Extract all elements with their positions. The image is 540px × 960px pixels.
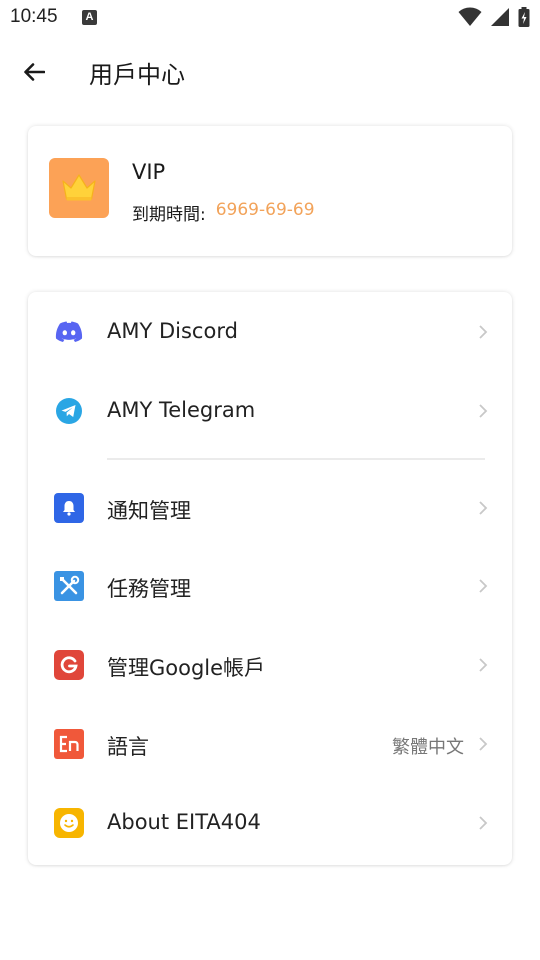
battery-icon — [518, 7, 530, 27]
chevron-right-icon — [479, 658, 488, 672]
expire-date: 6969-69-69 — [215, 200, 315, 220]
menu-item-about[interactable]: About EITA404 — [28, 788, 512, 858]
chevron-right-icon — [479, 737, 488, 751]
vip-expire-row: 到期時間: 6969-69-69 — [132, 200, 315, 225]
status-time: 10:45 — [10, 6, 58, 27]
menu-item-label: 管理Google帳戶 — [107, 656, 266, 680]
vip-card: VIP 到期時間: 6969-69-69 — [28, 126, 512, 256]
menu-divider — [107, 458, 485, 460]
chevron-right-icon — [479, 816, 488, 830]
language-icon — [54, 729, 84, 759]
menu-item-label: AMY Telegram — [107, 398, 256, 422]
notification-icon: A — [82, 10, 97, 25]
vip-title: VIP — [132, 160, 166, 184]
page-title: 用戶中心 — [89, 61, 185, 89]
menu-item-label: 語言 — [107, 735, 149, 759]
menu-card: AMY Discord AMY Telegram 通知管理 任務管理 管理Goo… — [28, 292, 512, 865]
menu-item-language[interactable]: 語言 繁體中文 — [28, 709, 512, 779]
bell-icon — [54, 493, 84, 523]
menu-item-label: AMY Discord — [107, 319, 238, 343]
chevron-right-icon — [479, 404, 488, 418]
cell-signal-icon — [491, 8, 509, 26]
menu-item-telegram[interactable]: AMY Telegram — [28, 376, 512, 446]
discord-icon — [54, 317, 84, 347]
menu-item-google-account[interactable]: 管理Google帳戶 — [28, 630, 512, 700]
menu-item-label: 通知管理 — [107, 499, 191, 523]
telegram-icon — [54, 396, 84, 426]
menu-item-notifications[interactable]: 通知管理 — [28, 473, 512, 543]
status-icons — [458, 6, 530, 28]
app-bar: 用戶中心 — [0, 36, 540, 108]
menu-item-discord[interactable]: AMY Discord — [28, 297, 512, 367]
wifi-icon — [458, 7, 482, 26]
google-icon — [54, 650, 84, 680]
smile-icon — [54, 808, 84, 838]
chevron-right-icon — [479, 579, 488, 593]
arrow-left-icon — [24, 63, 45, 81]
crown-icon — [62, 174, 96, 201]
menu-item-label: 任務管理 — [107, 577, 191, 601]
status-bar: 10:45 A — [0, 0, 540, 36]
expire-label: 到期時間: — [132, 205, 206, 225]
tools-icon — [54, 571, 84, 601]
back-button[interactable] — [14, 52, 54, 92]
menu-item-tasks[interactable]: 任務管理 — [28, 551, 512, 621]
language-value: 繁體中文 — [392, 737, 464, 758]
menu-item-label: About EITA404 — [107, 810, 261, 834]
chevron-right-icon — [479, 325, 488, 339]
chevron-right-icon — [479, 501, 488, 515]
vip-badge — [49, 158, 109, 218]
